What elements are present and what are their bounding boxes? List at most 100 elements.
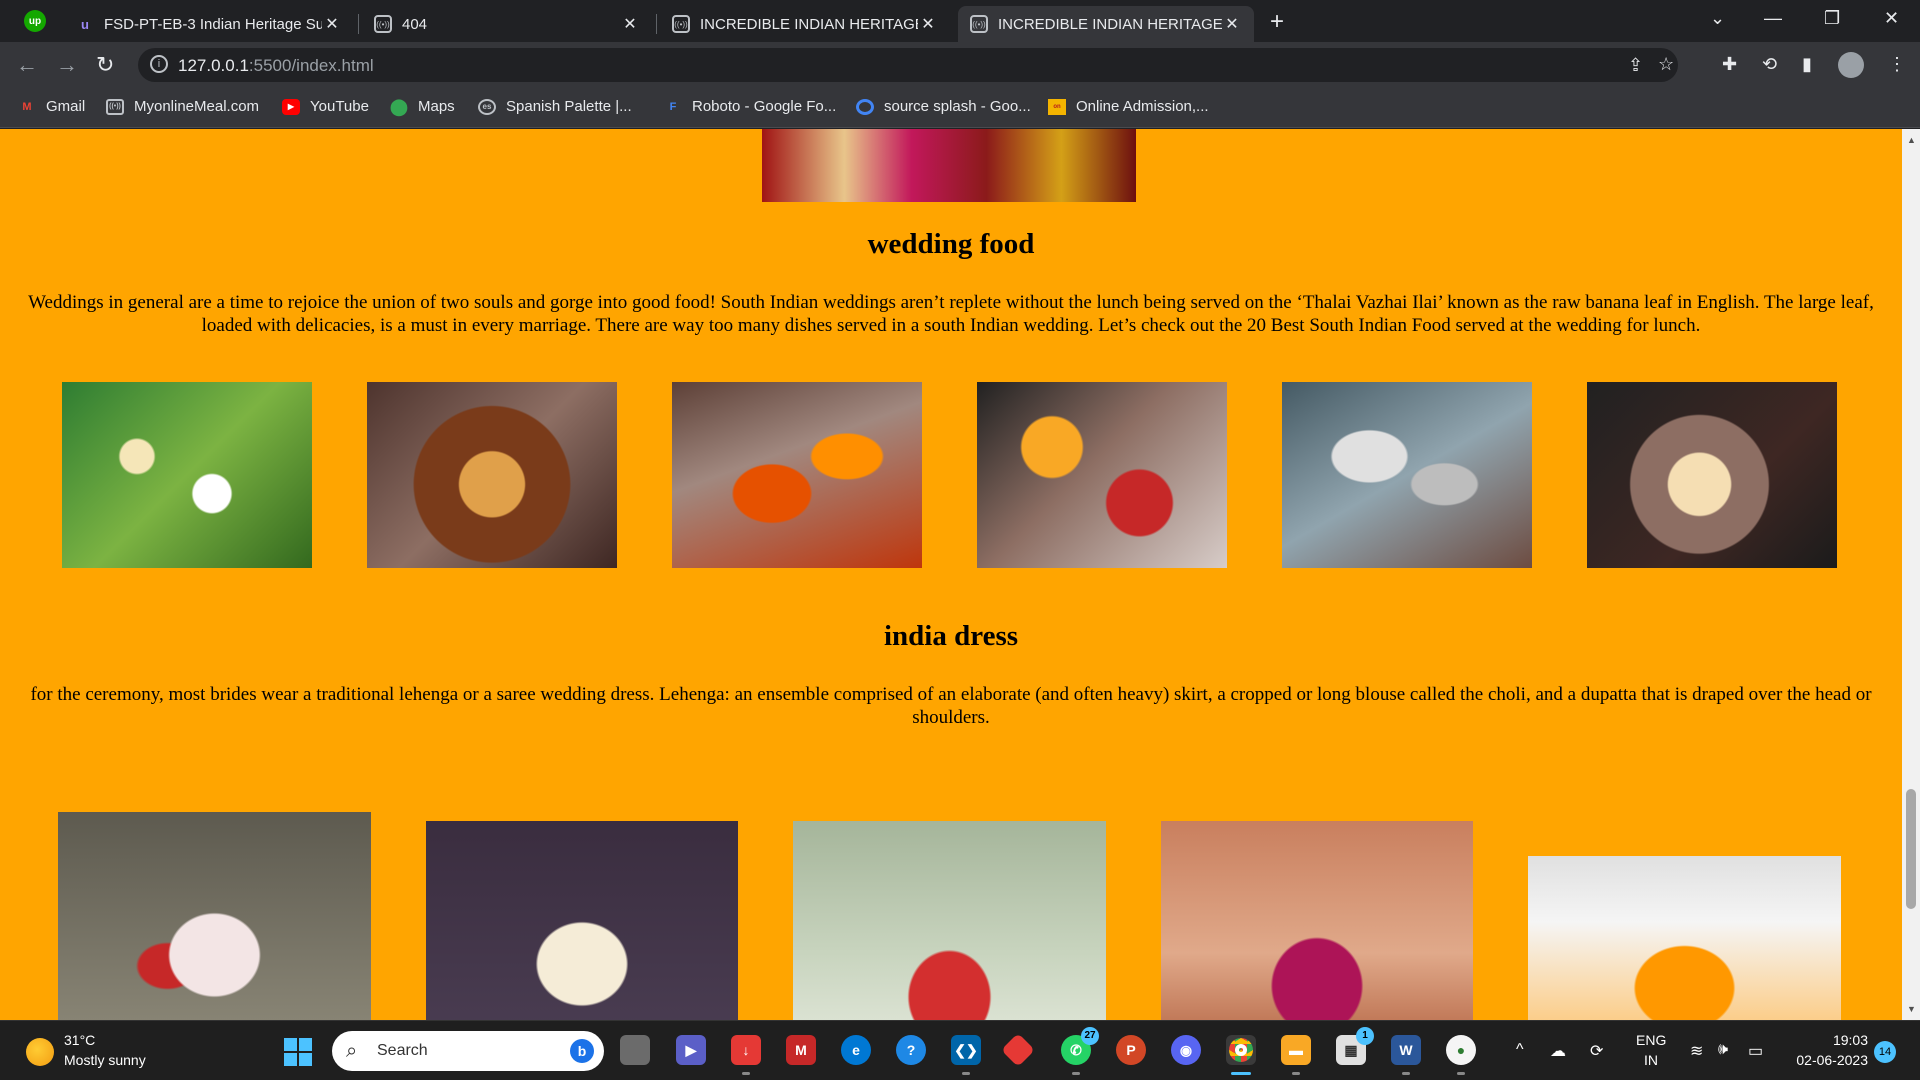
url-host: 127.0.0.1 bbox=[178, 56, 249, 75]
tab-incredible-heritage-1[interactable]: ((•)) INCREDIBLE INDIAN HERITAGE ✕ bbox=[660, 6, 950, 42]
mcafee-icon[interactable]: M bbox=[786, 1035, 816, 1065]
volume-icon[interactable]: 🕪 bbox=[1718, 1041, 1728, 1059]
reload-icon[interactable]: ↻ bbox=[96, 52, 114, 78]
notification-badge[interactable]: 14 bbox=[1874, 1041, 1896, 1063]
bookmark-source-splash[interactable]: source splash - Goo... bbox=[856, 98, 1031, 115]
site-info-icon[interactable]: i bbox=[150, 55, 168, 73]
chrome-icon[interactable] bbox=[1226, 1035, 1256, 1075]
running-indicator bbox=[1072, 1072, 1080, 1075]
bookmark-myonlinemeal[interactable]: ((•)) MyonlineMeal.com bbox=[106, 98, 259, 115]
new-tab-button[interactable]: + bbox=[1270, 8, 1284, 36]
vscode-icon[interactable]: ❮❯ bbox=[951, 1035, 981, 1075]
bookmark-label: Online Admission,... bbox=[1076, 98, 1209, 115]
tab-search-chevron-icon[interactable]: ⌄ bbox=[1710, 8, 1725, 29]
weather-description[interactable]: Mostly sunny bbox=[64, 1052, 146, 1068]
scrollbar-thumb[interactable] bbox=[1906, 789, 1916, 909]
live-server-icon: ((•)) bbox=[970, 15, 988, 33]
close-icon[interactable]: ✕ bbox=[620, 14, 640, 34]
bookmark-gmail[interactable]: M Gmail bbox=[18, 98, 85, 115]
bookmark-label: Spanish Palette |... bbox=[506, 98, 632, 115]
file-explorer-icon[interactable]: ▬ bbox=[1281, 1035, 1311, 1075]
close-icon[interactable]: ✕ bbox=[1222, 14, 1242, 34]
tab-separator bbox=[358, 14, 359, 34]
git-app-icon[interactable] bbox=[1001, 1033, 1035, 1067]
bookmark-online-admission[interactable]: on Online Admission,... bbox=[1048, 98, 1209, 115]
battery-icon[interactable]: ▭ bbox=[1748, 1041, 1763, 1061]
running-indicator bbox=[742, 1072, 750, 1075]
gmail-icon: M bbox=[22, 100, 32, 113]
bookmark-roboto[interactable]: F Roboto - Google Fo... bbox=[664, 98, 837, 115]
minimize-button[interactable]: — bbox=[1764, 8, 1782, 29]
wedding-photo bbox=[762, 129, 1136, 202]
task-view-icon[interactable] bbox=[620, 1035, 650, 1065]
sync-icon[interactable]: ⟳ bbox=[1590, 1041, 1603, 1061]
wifi-icon[interactable]: ≋ bbox=[1690, 1041, 1703, 1061]
teams-icon[interactable]: ▶ bbox=[676, 1035, 706, 1065]
profile-avatar[interactable] bbox=[1838, 52, 1864, 78]
page-scrollbar[interactable]: ▲ ▼ bbox=[1902, 129, 1920, 1020]
input-method-indicator[interactable]: IN bbox=[1636, 1052, 1666, 1068]
get-help-icon[interactable]: ? bbox=[896, 1035, 926, 1065]
close-icon[interactable]: ✕ bbox=[322, 14, 342, 34]
weather-sun-icon[interactable] bbox=[26, 1038, 54, 1066]
india-dress-heading: india dress bbox=[883, 620, 1019, 652]
discord-icon[interactable]: ◉ bbox=[1171, 1035, 1201, 1065]
word-icon[interactable]: W bbox=[1391, 1035, 1421, 1075]
running-indicator bbox=[1292, 1072, 1300, 1075]
maximize-button[interactable]: ❐ bbox=[1824, 8, 1840, 29]
live-server-icon: ((•)) bbox=[374, 15, 392, 33]
sync-extension-icon[interactable]: ⟲ bbox=[1762, 54, 1777, 75]
running-indicator bbox=[1231, 1072, 1251, 1075]
powerpoint-icon[interactable]: P bbox=[1116, 1035, 1146, 1065]
back-arrow-icon[interactable]: ← bbox=[16, 52, 38, 78]
tab-indian-heritage-sub[interactable]: u FSD-PT-EB-3 Indian Heritage Sub ✕ bbox=[64, 6, 354, 42]
youtube-icon: ▶ bbox=[282, 98, 300, 115]
windows-start-icon[interactable] bbox=[284, 1038, 312, 1066]
forward-arrow-icon[interactable]: → bbox=[56, 52, 78, 78]
bookmarks-bar: M Gmail ((•)) MyonlineMeal.com ▶ YouTube… bbox=[0, 88, 1920, 128]
menu-kebab-icon[interactable]: ⋮ bbox=[1888, 54, 1906, 75]
edge-icon[interactable]: e bbox=[841, 1035, 871, 1065]
whatsapp-icon[interactable]: ✆ 27 bbox=[1061, 1027, 1099, 1075]
bookmark-maps[interactable]: ⬤ Maps bbox=[390, 98, 455, 116]
onedrive-cloud-icon[interactable]: ☁ bbox=[1550, 1041, 1566, 1061]
url-text[interactable]: 127.0.0.1:5500/index.html bbox=[178, 56, 374, 76]
scroll-down-arrow-icon[interactable]: ▼ bbox=[1907, 1004, 1916, 1014]
weather-temperature[interactable]: 31°C bbox=[64, 1032, 95, 1048]
store-badge: 1 bbox=[1356, 1027, 1374, 1045]
wedding-mandap-image bbox=[1528, 856, 1841, 1020]
search-icon: ⌕ bbox=[346, 1040, 358, 1062]
close-icon[interactable]: ✕ bbox=[918, 14, 938, 34]
chafing-dishes-image bbox=[1282, 382, 1532, 568]
es-icon: es bbox=[478, 98, 496, 115]
clock-time[interactable]: 19:03 bbox=[1790, 1032, 1868, 1048]
microsoft-store-icon[interactable]: ▦ 1 bbox=[1336, 1027, 1374, 1065]
extensions-puzzle-icon[interactable]: ✚ bbox=[1722, 54, 1737, 75]
side-panel-icon[interactable]: ▮ bbox=[1802, 54, 1812, 75]
bookmark-spanish-palette[interactable]: es Spanish Palette |... bbox=[478, 98, 632, 115]
bookmark-star-icon[interactable]: ☆ bbox=[1658, 54, 1674, 75]
tab-404[interactable]: ((•)) 404 ✕ bbox=[362, 6, 652, 42]
address-bar[interactable]: i 127.0.0.1:5500/index.html ⇪ ☆ bbox=[138, 48, 1678, 82]
scroll-up-arrow-icon[interactable]: ▲ bbox=[1907, 135, 1916, 145]
bing-icon[interactable]: b bbox=[570, 1039, 594, 1063]
tab-incredible-heritage-2[interactable]: ((•)) INCREDIBLE INDIAN HERITAGE ✕ bbox=[958, 6, 1254, 42]
upgrad-icon: u bbox=[81, 16, 89, 32]
language-indicator[interactable]: ENG bbox=[1636, 1032, 1666, 1048]
share-icon[interactable]: ⇪ bbox=[1628, 55, 1643, 76]
bookmark-youtube[interactable]: ▶ YouTube bbox=[282, 98, 369, 115]
tray-overflow-chevron-icon[interactable]: ^ bbox=[1516, 1041, 1524, 1059]
online-icon: on bbox=[1048, 98, 1066, 115]
window-close-button[interactable]: ✕ bbox=[1884, 8, 1899, 29]
bookmark-label: YouTube bbox=[310, 98, 369, 115]
bookmark-label: Maps bbox=[418, 98, 455, 115]
upwork-icon[interactable]: up bbox=[24, 10, 46, 32]
running-indicator bbox=[1402, 1072, 1410, 1075]
download-app-icon[interactable]: ↓ bbox=[731, 1035, 761, 1075]
bride-pink-lehenga-image bbox=[1161, 821, 1473, 1020]
taskbar-search[interactable]: ⌕ Search b bbox=[332, 1031, 604, 1071]
bookmark-label: Gmail bbox=[46, 98, 86, 115]
groom-sherwani-image bbox=[426, 821, 738, 1020]
clock-date[interactable]: 02-06-2023 bbox=[1780, 1052, 1868, 1068]
mongodb-compass-icon[interactable]: ● bbox=[1446, 1035, 1476, 1075]
